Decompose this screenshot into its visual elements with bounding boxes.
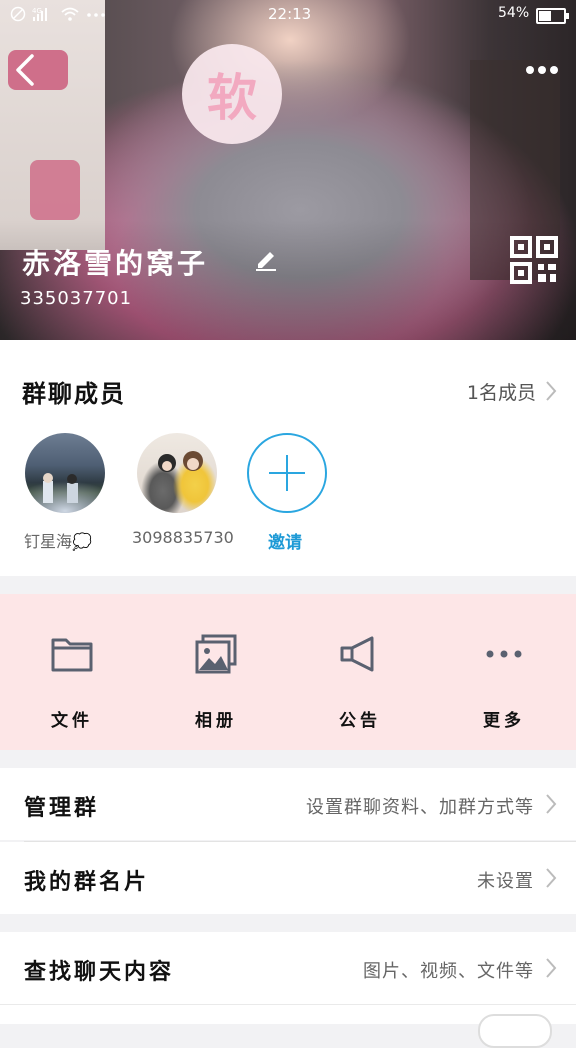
manage-group-row[interactable]: 管理群 设置群聊资料、加群方式等 xyxy=(0,768,576,840)
pencil-icon xyxy=(256,252,276,271)
toggle-switch[interactable] xyxy=(478,1014,552,1048)
chevron-right-icon xyxy=(546,794,557,814)
group-header-banner: 软 4G 22:13 54% 赤洛雪的窝子 335037701 xyxy=(0,0,576,340)
folder-icon xyxy=(51,638,93,672)
invite-member-button[interactable] xyxy=(247,433,327,513)
member-name: 3098835730 xyxy=(132,528,234,547)
do-not-disturb-icon xyxy=(10,6,26,22)
member-avatar[interactable] xyxy=(137,433,217,513)
row-value: 设置群聊资料、加群方式等 xyxy=(306,797,534,818)
members-title: 群聊成员 xyxy=(22,380,126,408)
album-icon xyxy=(195,634,237,674)
avatar-photo xyxy=(43,473,78,503)
notification-dots-icon xyxy=(87,13,105,17)
files-button[interactable]: 文件 xyxy=(0,594,144,750)
my-group-card-row[interactable]: 我的群名片 未设置 xyxy=(0,842,576,914)
row-value: 图片、视频、文件等 xyxy=(363,961,534,982)
chevron-right-icon xyxy=(546,958,557,978)
action-label: 更多 xyxy=(483,711,525,731)
row-value: 未设置 xyxy=(477,871,534,892)
chevron-right-icon xyxy=(546,868,557,888)
row-label: 查找聊天内容 xyxy=(24,960,175,985)
members-count[interactable]: 1名成员 xyxy=(467,378,536,405)
status-time: 22:13 xyxy=(268,5,312,23)
status-bar: 4G 22:13 54% xyxy=(0,0,576,30)
row-label: 管理群 xyxy=(24,796,100,821)
action-label: 公告 xyxy=(339,711,381,731)
svg-text:4G: 4G xyxy=(32,7,42,15)
search-chat-row[interactable]: 查找聊天内容 图片、视频、文件等 xyxy=(0,932,576,1004)
group-id: 335037701 xyxy=(20,288,133,309)
members-section: 群聊成员 1名成员 钉星海💭 3098835730 邀请 xyxy=(0,340,576,576)
edit-name-button[interactable] xyxy=(252,244,280,272)
row-label: 我的群名片 xyxy=(24,870,150,895)
action-label: 文件 xyxy=(51,711,93,731)
battery-percent: 54% xyxy=(498,5,530,21)
more-dots-icon xyxy=(486,650,522,658)
member-avatar[interactable] xyxy=(25,433,105,513)
megaphone-icon xyxy=(340,636,374,672)
back-button[interactable] xyxy=(8,50,48,90)
chevron-right-icon xyxy=(546,381,557,401)
announcement-button[interactable]: 公告 xyxy=(288,594,432,750)
group-name: 赤洛雪的窝子 xyxy=(22,247,209,280)
avatar-photo xyxy=(158,451,203,472)
wifi-icon xyxy=(61,7,79,21)
sticker-badge: 软 xyxy=(182,44,282,144)
invite-label[interactable]: 邀请 xyxy=(268,528,302,553)
member-name: 钉星海💭 xyxy=(24,532,92,551)
chevron-left-icon xyxy=(16,54,34,86)
album-button[interactable]: 相册 xyxy=(144,594,288,750)
signal-icon: 4G xyxy=(32,7,47,21)
battery-icon xyxy=(536,8,569,24)
more-options-button[interactable] xyxy=(520,55,564,85)
more-actions-button[interactable]: 更多 xyxy=(432,594,576,750)
background-poster xyxy=(0,0,105,250)
dot-icon xyxy=(550,66,558,74)
qr-code-icon xyxy=(510,236,558,284)
action-label: 相册 xyxy=(195,711,237,731)
dot-icon xyxy=(526,66,534,74)
dot-icon xyxy=(538,66,546,74)
qr-code-button[interactable] xyxy=(510,236,558,284)
quick-actions-bar: 文件 相册 公告 更多 xyxy=(0,594,576,750)
